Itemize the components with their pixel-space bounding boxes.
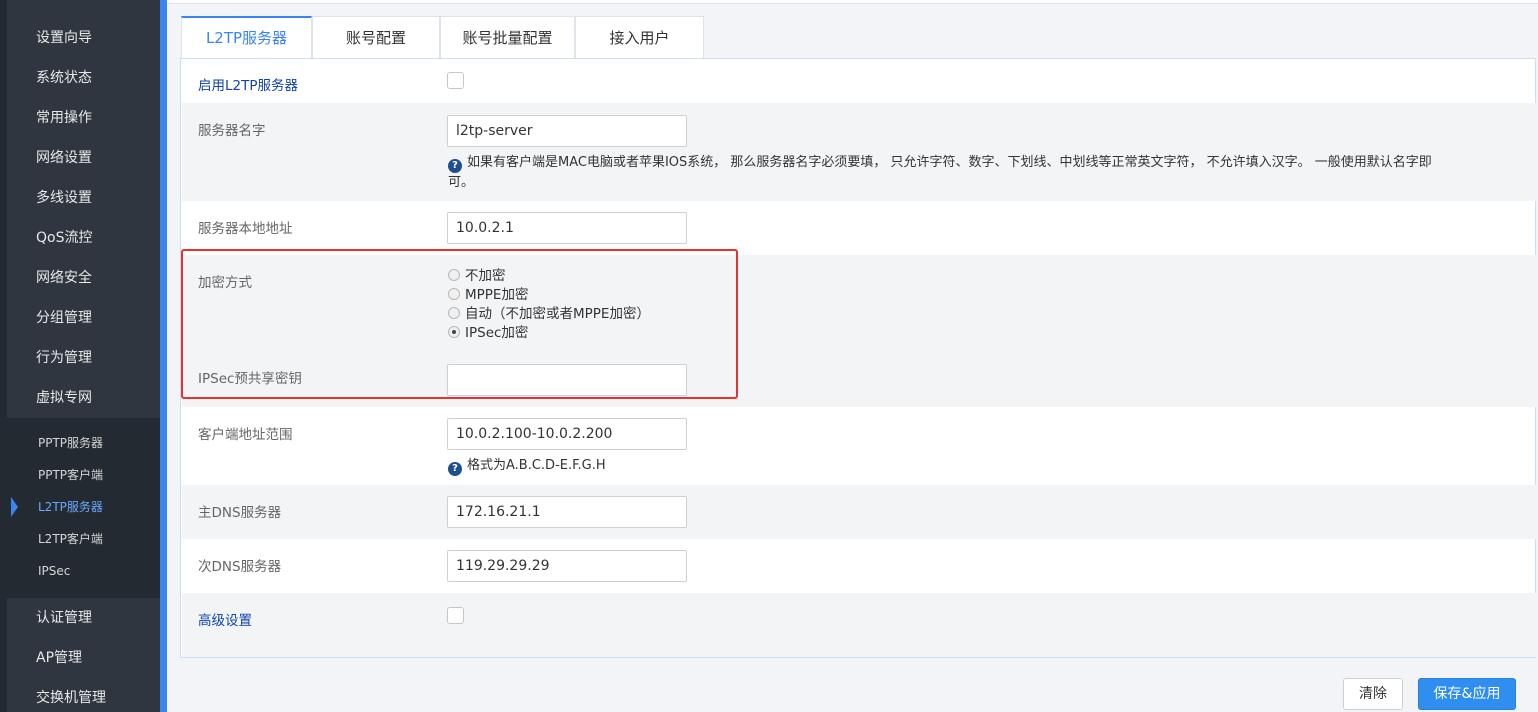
server-name-help: ? 如果有客户端是MAC电脑或者苹果IOS系统， 那么服务器名字必须要填， 只允许… [448, 153, 1518, 192]
nav-item-multiline[interactable]: 多线设置 [36, 188, 92, 208]
vpn-submenu: PPTP服务器 PPTP客户端 L2TP服务器 L2TP客户端 IPSec [7, 418, 160, 598]
active-arrow-icon [11, 497, 18, 517]
row-client-range: 客户端地址范围 10.0.2.100-10.0.2.200 ? 格式为A.B.C.… [182, 407, 1536, 485]
dns2-input[interactable]: 119.29.29.29 [447, 550, 687, 582]
row-enable: 启用L2TP服务器 [182, 59, 1536, 103]
server-name-input[interactable]: l2tp-server [447, 115, 687, 147]
sidebar-accent-strip [160, 0, 167, 712]
row-dns2: 次DNS服务器 119.29.29.29 [182, 539, 1536, 593]
row-server-name: 服务器名字 l2tp-server ? 如果有客户端是MAC电脑或者苹果IOS系统… [182, 103, 1536, 201]
nav-item-network-settings[interactable]: 网络设置 [36, 148, 92, 168]
client-range-help: ? 格式为A.B.C.D-E.F.G.H [448, 456, 606, 476]
local-addr-input[interactable]: 10.0.2.1 [447, 212, 687, 244]
row-local-addr: 服务器本地地址 10.0.2.1 [182, 201, 1536, 255]
sub-item-pptp-server[interactable]: PPTP服务器 [38, 434, 103, 452]
local-addr-label: 服务器本地地址 [198, 221, 293, 237]
advanced-settings-label: 高级设置 [198, 613, 252, 629]
nav-item-group-mgmt[interactable]: 分组管理 [36, 308, 92, 328]
sidebar: 设置向导 系统状态 常用操作 网络设置 多线设置 QoS流控 网络安全 分组管理… [0, 0, 160, 712]
server-name-help-line2: 可。 [448, 175, 475, 190]
sub-item-l2tp-client[interactable]: L2TP客户端 [38, 530, 103, 548]
row-advanced: 高级设置 [182, 593, 1536, 657]
nav-item-ap-mgmt[interactable]: AP管理 [36, 648, 82, 668]
tab-connected-users[interactable]: 接入用户 [575, 16, 704, 58]
nav-item-network-security[interactable]: 网络安全 [36, 268, 92, 288]
highlight-box [181, 249, 738, 399]
question-icon: ? [448, 462, 462, 476]
dns1-input[interactable]: 172.16.21.1 [447, 496, 687, 528]
dns2-label: 次DNS服务器 [198, 559, 282, 575]
nav-item-common-ops[interactable]: 常用操作 [36, 108, 92, 128]
enable-l2tp-checkbox[interactable] [447, 72, 464, 89]
client-range-input[interactable]: 10.0.2.100-10.0.2.200 [447, 418, 687, 450]
top-bar [167, 0, 1538, 4]
question-icon: ? [448, 159, 462, 173]
nav-item-setup-wizard[interactable]: 设置向导 [36, 28, 92, 48]
nav-item-vpn[interactable]: 虚拟专网 [36, 388, 92, 408]
save-apply-button[interactable]: 保存&应用 [1418, 678, 1516, 710]
nav-item-qos[interactable]: QoS流控 [36, 228, 92, 248]
server-name-label: 服务器名字 [198, 123, 266, 139]
nav-item-system-status[interactable]: 系统状态 [36, 68, 92, 88]
client-range-help-text: 格式为A.B.C.D-E.F.G.H [467, 458, 606, 473]
nav-item-switch-mgmt[interactable]: 交换机管理 [36, 688, 106, 708]
tab-l2tp-server[interactable]: L2TP服务器 [181, 16, 312, 59]
nav-item-auth-mgmt[interactable]: 认证管理 [36, 608, 92, 628]
dns1-label: 主DNS服务器 [198, 505, 282, 521]
nav-item-behavior-mgmt[interactable]: 行为管理 [36, 348, 92, 368]
client-range-label: 客户端地址范围 [198, 427, 293, 443]
sub-item-l2tp-server[interactable]: L2TP服务器 [38, 498, 103, 516]
tab-batch-account-config[interactable]: 账号批量配置 [440, 16, 575, 58]
server-name-help-line1: 如果有客户端是MAC电脑或者苹果IOS系统， 那么服务器名字必须要填， 只允许字… [467, 155, 1432, 170]
tab-account-config[interactable]: 账号配置 [312, 16, 440, 58]
enable-l2tp-label: 启用L2TP服务器 [198, 78, 298, 94]
row-dns1: 主DNS服务器 172.16.21.1 [182, 485, 1536, 539]
advanced-settings-checkbox[interactable] [447, 607, 464, 624]
sub-item-pptp-client[interactable]: PPTP客户端 [38, 466, 103, 484]
clear-button[interactable]: 清除 [1343, 678, 1403, 710]
sub-item-ipsec[interactable]: IPSec [38, 562, 70, 580]
